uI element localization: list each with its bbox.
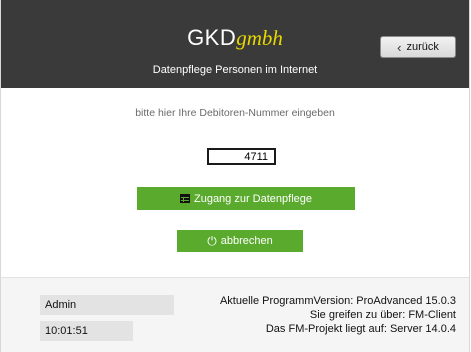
- server-location-text: Das FM-Projekt liegt auf: Server 14.0.4: [265, 323, 456, 335]
- cancel-button[interactable]: ⏻ abbrechen: [177, 230, 303, 252]
- program-version-text: Aktuelle ProgrammVersion: ProAdvanced 15…: [219, 295, 456, 307]
- back-button[interactable]: ‹ zurück: [380, 36, 456, 58]
- logo-suffix: gmbh: [236, 26, 283, 50]
- version-info: Aktuelle ProgrammVersion: ProAdvanced 15…: [220, 294, 456, 336]
- cancel-button-label: abbrechen: [220, 235, 273, 247]
- client-access-text: Sie greifen zu über: FM-Client: [309, 309, 456, 321]
- table-icon: [179, 194, 190, 203]
- user-field: Admin: [40, 295, 174, 315]
- debitor-prompt: bitte hier Ihre Debitoren-Nummer eingebe…: [135, 107, 335, 119]
- footer: Admin 10:01:51 Aktuelle ProgrammVersion:…: [1, 278, 469, 352]
- page-subtitle: Datenpflege Personen im Internet: [152, 64, 318, 76]
- debitor-number-input[interactable]: [207, 148, 276, 165]
- access-data-maintenance-button[interactable]: Zugang zur Datenpflege: [137, 187, 355, 210]
- time-field: 10:01:51: [40, 321, 133, 341]
- chevron-left-icon: ‹: [397, 39, 402, 55]
- logo-brand: GKD: [187, 25, 237, 50]
- access-button-label: Zugang zur Datenpflege: [193, 192, 313, 205]
- power-icon: ⏻: [207, 234, 217, 248]
- back-button-label: zurück: [406, 41, 439, 53]
- header-bar: GKDgmbh Datenpflege Personen im Internet…: [1, 0, 469, 88]
- app-window: GKDgmbh Datenpflege Personen im Internet…: [0, 0, 470, 352]
